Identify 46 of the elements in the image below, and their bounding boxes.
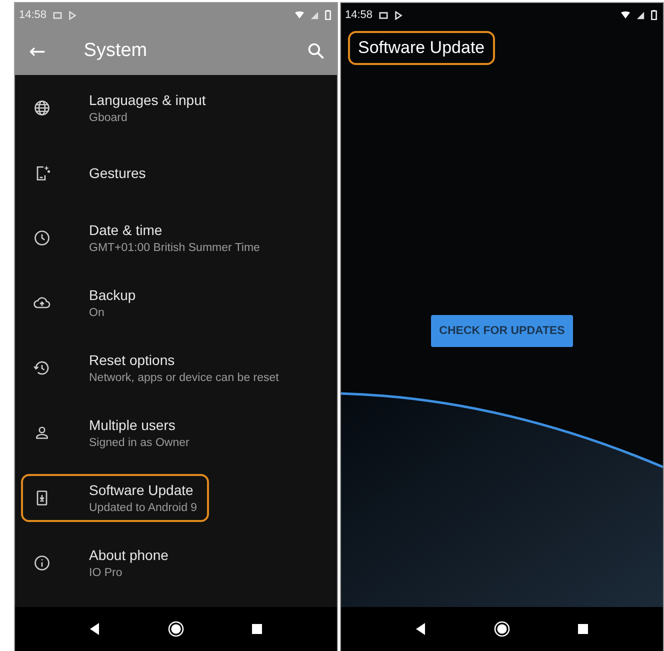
item-title: Multiple users <box>89 416 176 432</box>
wifi-icon <box>295 10 304 20</box>
search-icon[interactable] <box>307 42 325 60</box>
screen-title: Software Update <box>348 31 495 65</box>
item-summary: Gboard <box>89 112 128 124</box>
battery-icon <box>325 10 331 20</box>
item-title: Gestures <box>89 164 146 180</box>
notification-icon <box>378 10 388 20</box>
check-updates-button[interactable]: CHECK FOR UPDATES <box>431 315 573 347</box>
item-summary: IO Pro <box>89 566 124 578</box>
settings-item[interactable]: Software Update Updated to Android 9 <box>21 474 210 522</box>
settings-item[interactable]: Multiple users Signed in as Owner <box>21 408 202 456</box>
item-summary: On <box>89 306 106 318</box>
home-circle-icon[interactable] <box>494 621 510 637</box>
settings-item[interactable]: Reset options Network, apps or device can be reset <box>21 344 291 392</box>
status-time: 14:58 <box>19 9 47 21</box>
signal-icon <box>310 10 319 20</box>
item-title: Reset options <box>89 352 176 368</box>
settings-item[interactable]: About phone IO Pro <box>21 538 180 586</box>
item-summary: Network, apps or device can be reset <box>89 372 279 384</box>
wifi-icon <box>621 10 630 20</box>
home-circle-icon[interactable] <box>168 621 184 637</box>
history-icon <box>33 358 51 376</box>
clock-icon <box>33 228 51 246</box>
item-title: Backup <box>89 286 136 302</box>
item-summary: GMT+01:00 British Summer Time <box>89 242 260 254</box>
notification-icon <box>52 10 62 20</box>
settings-item[interactable]: Date & time GMT+01:00 British Summer Time <box>21 214 272 262</box>
signal-icon <box>636 10 645 20</box>
item-title: About phone <box>89 546 168 562</box>
info-icon <box>33 554 51 572</box>
settings-item[interactable]: Backup On <box>21 278 148 326</box>
item-title: Date & time <box>89 222 164 238</box>
battery-icon <box>651 10 657 20</box>
globe-icon <box>33 98 51 116</box>
item-summary: Updated to Android 9 <box>89 502 198 514</box>
settings-item[interactable]: Gestures <box>21 156 158 190</box>
status-time: 14:58 <box>345 9 373 21</box>
item-summary: Signed in as Owner <box>89 436 190 448</box>
person-icon <box>33 424 51 442</box>
settings-item[interactable]: Languages & input Gboard <box>21 84 218 132</box>
play-icon <box>68 10 77 20</box>
play-icon <box>394 10 403 20</box>
item-title: Software Update <box>89 482 194 498</box>
screen-title: System <box>84 40 148 62</box>
item-title: Languages & input <box>89 92 206 108</box>
